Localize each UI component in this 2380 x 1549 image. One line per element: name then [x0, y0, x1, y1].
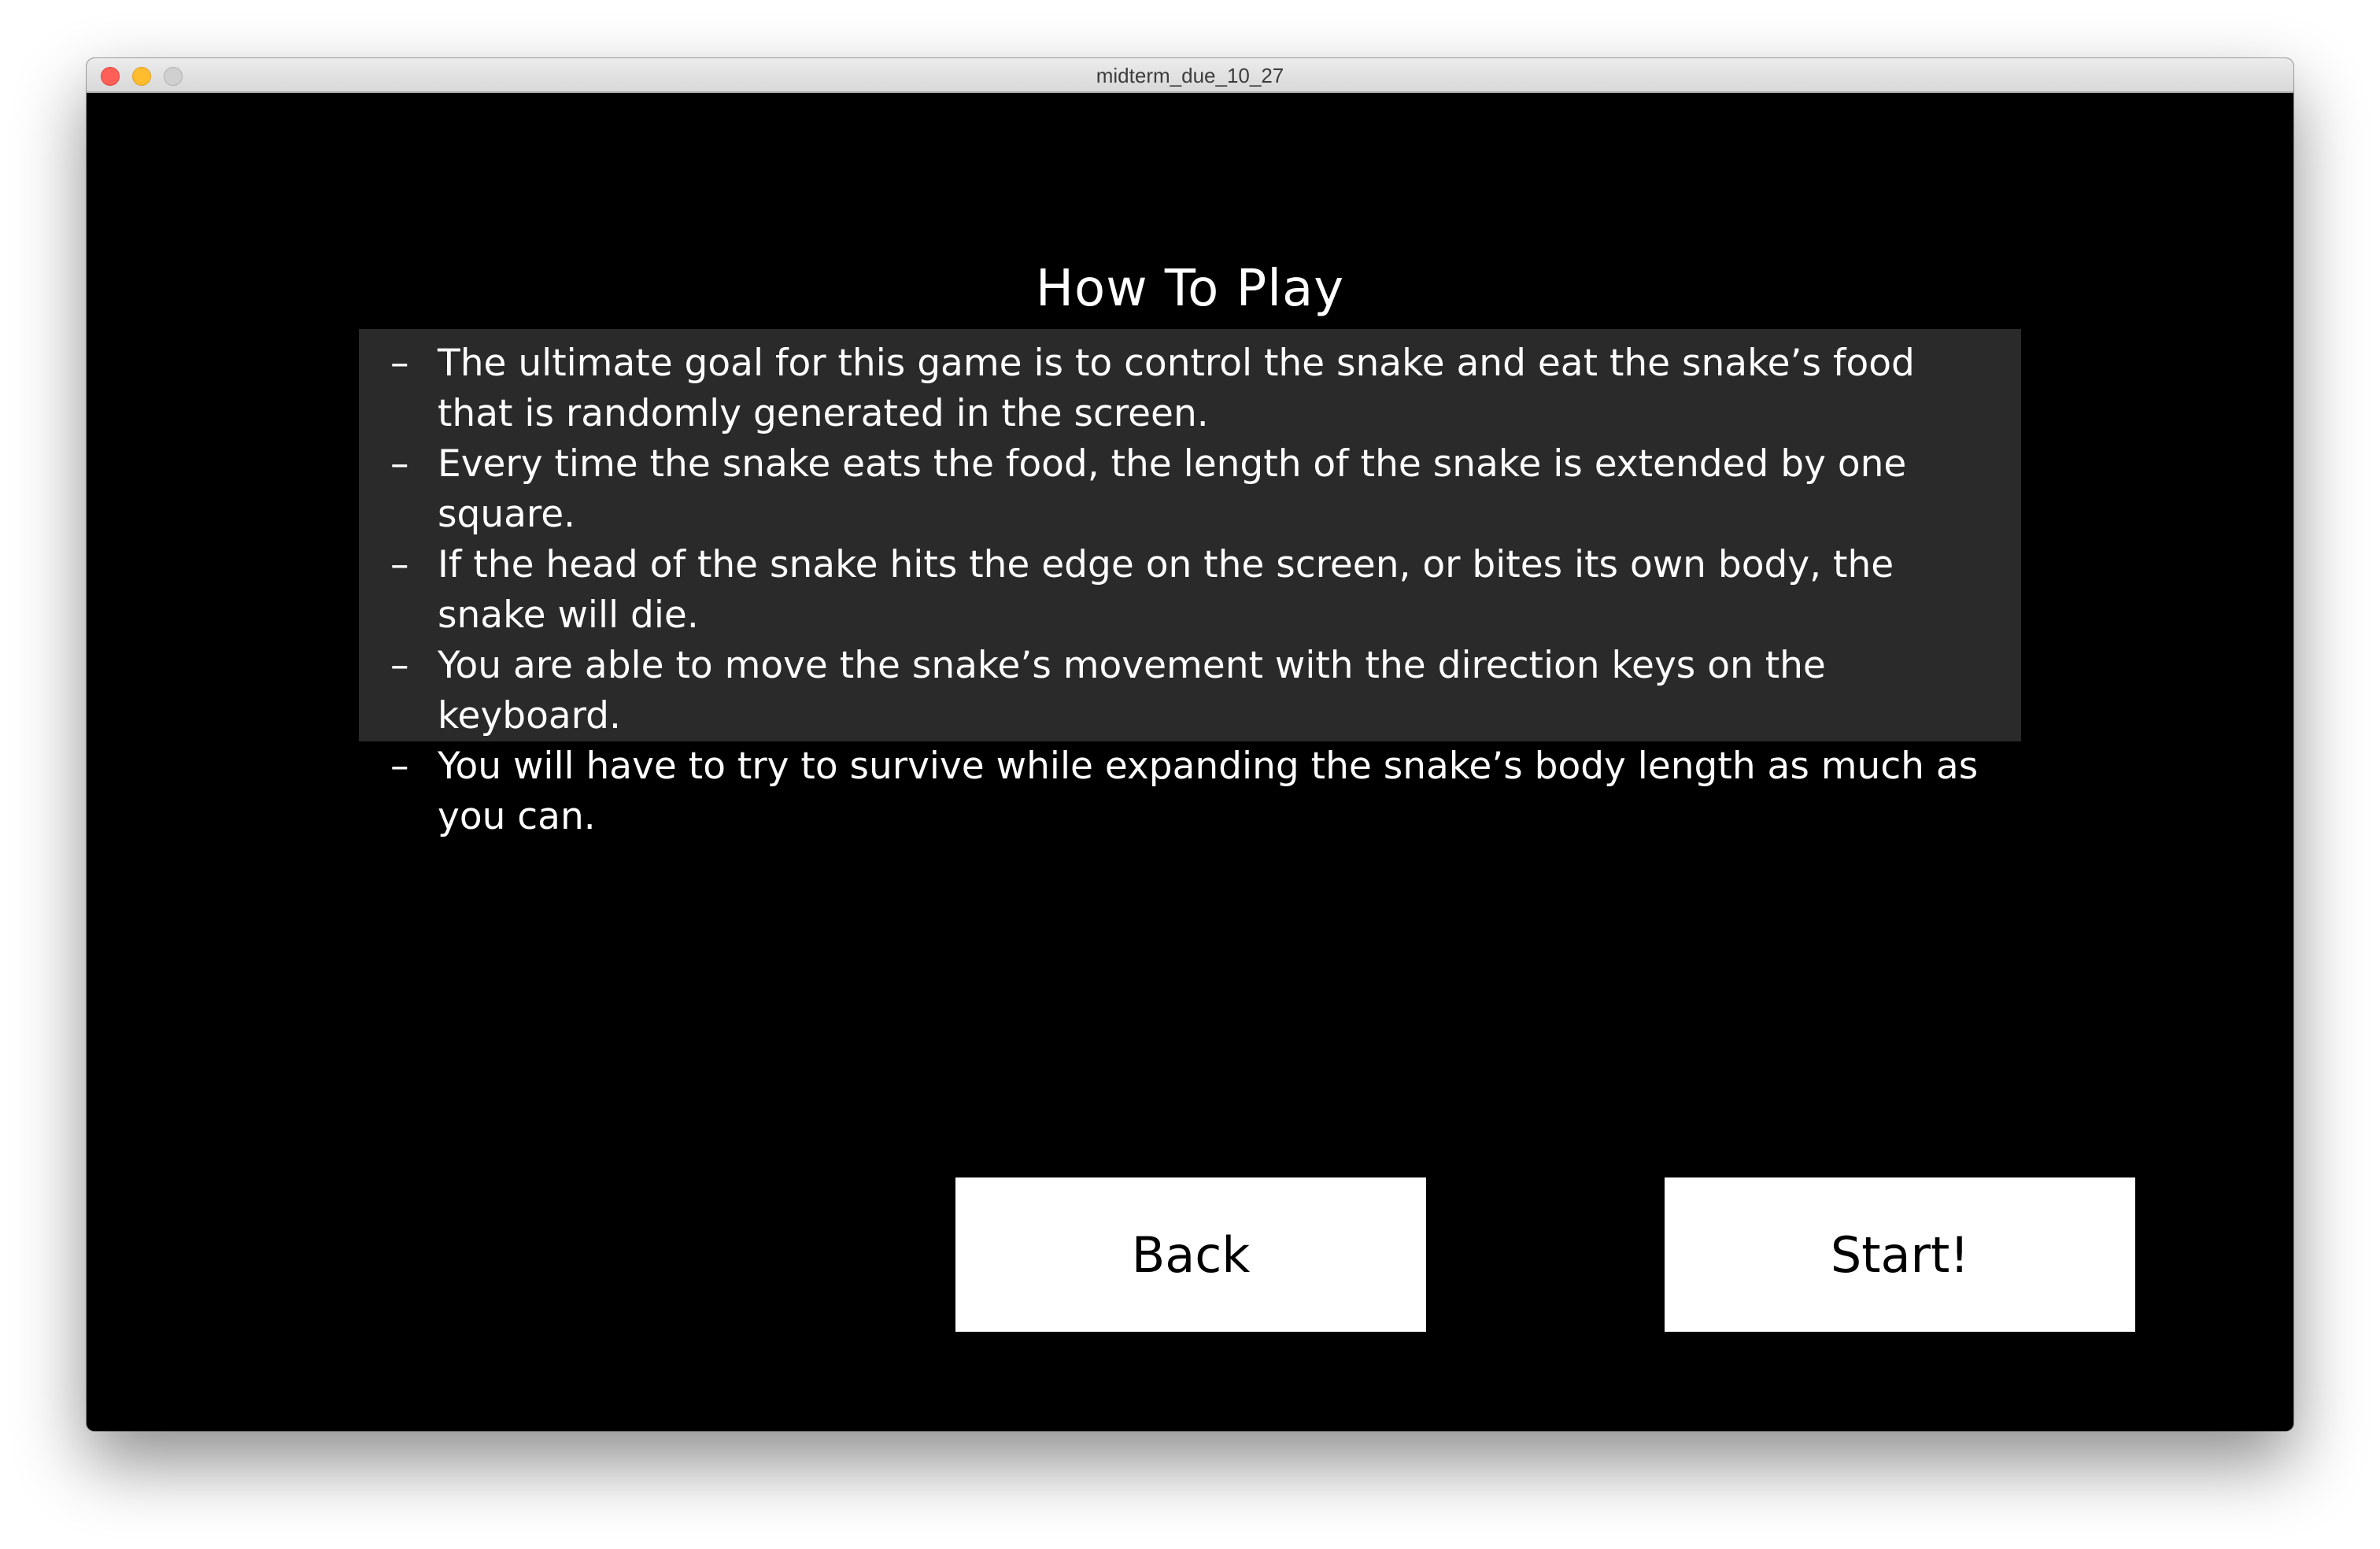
rule-bullet: – [390, 342, 409, 385]
rule-text: If the head of the snake hits the edge o… [438, 543, 1894, 637]
back-button[interactable]: Back [955, 1177, 1426, 1332]
rule-bullet: – [390, 644, 409, 687]
rule-text: You are able to move the snake’s movemen… [438, 644, 1826, 738]
start-button[interactable]: Start! [1665, 1177, 2135, 1332]
rule-bullet: – [390, 543, 409, 586]
rule-text: You will have to try to survive while ex… [438, 745, 1979, 838]
rule-item: – Every time the snake eats the food, th… [390, 439, 1990, 540]
app-window: midterm_due_10_27 How To Play – The ulti… [87, 58, 2293, 1431]
rule-text: The ultimate goal for this game is to co… [438, 342, 1915, 435]
window-title: midterm_due_10_27 [1096, 64, 1284, 87]
screen-heading: How To Play [1035, 260, 1345, 318]
rule-item: – You will have to try to survive while … [390, 741, 1990, 842]
rule-bullet: – [390, 745, 409, 788]
rule-item: – The ultimate goal for this game is to … [390, 338, 1990, 439]
rules-panel: – The ultimate goal for this game is to … [359, 329, 2021, 838]
rule-text: Every time the snake eats the food, the … [438, 442, 1907, 536]
rule-item: – If the head of the snake hits the edge… [390, 540, 1990, 641]
rule-item: – You are able to move the snake’s movem… [390, 641, 1990, 741]
title-bar[interactable]: midterm_due_10_27 [87, 58, 2293, 93]
game-canvas: How To Play – The ultimate goal for this… [87, 93, 2293, 1431]
rule-bullet: – [390, 442, 409, 486]
